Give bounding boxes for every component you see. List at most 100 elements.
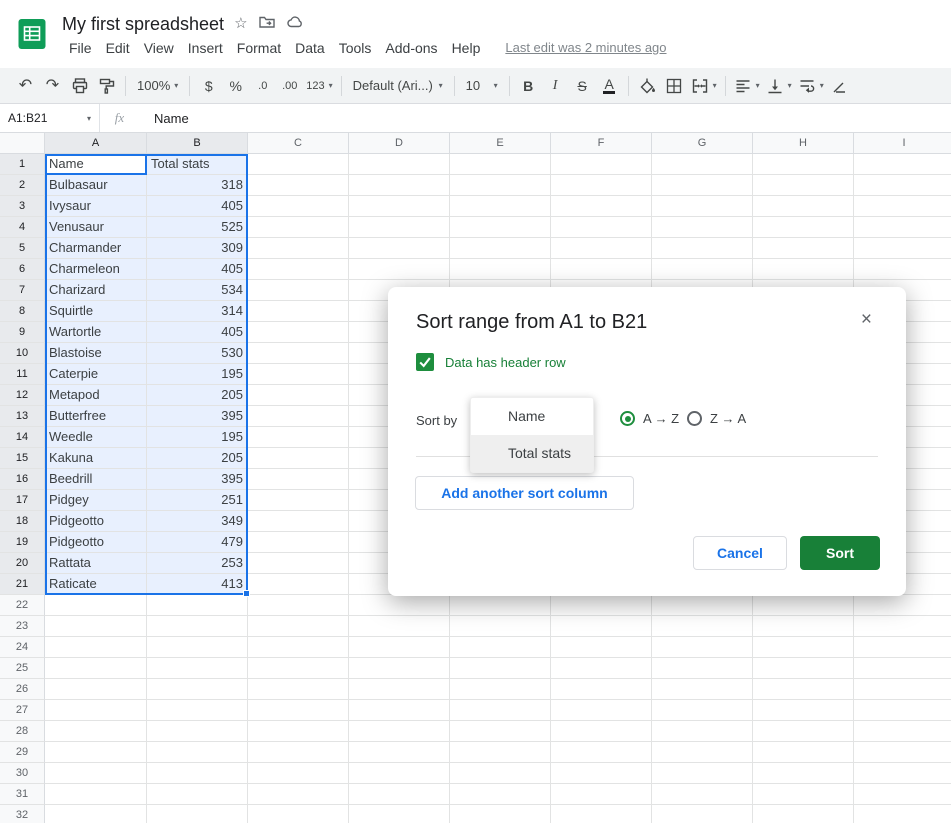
- cell-C18[interactable]: [248, 511, 349, 532]
- merge-cells-button[interactable]: ▾: [688, 72, 720, 100]
- cell-B23[interactable]: [147, 616, 248, 637]
- cell-H30[interactable]: [753, 763, 854, 784]
- row-header-19[interactable]: 19: [0, 532, 45, 553]
- cell-C22[interactable]: [248, 595, 349, 616]
- column-header-G[interactable]: G: [652, 133, 753, 154]
- menu-add-ons[interactable]: Add-ons: [378, 38, 444, 58]
- row-header-15[interactable]: 15: [0, 448, 45, 469]
- cell-B30[interactable]: [147, 763, 248, 784]
- cell-E30[interactable]: [450, 763, 551, 784]
- menu-help[interactable]: Help: [445, 38, 488, 58]
- cell-A23[interactable]: [45, 616, 147, 637]
- cell-A30[interactable]: [45, 763, 147, 784]
- cell-G2[interactable]: [652, 175, 753, 196]
- cell-F26[interactable]: [551, 679, 652, 700]
- redo-button[interactable]: ↷: [39, 72, 66, 100]
- cell-H22[interactable]: [753, 595, 854, 616]
- cell-D28[interactable]: [349, 721, 450, 742]
- cell-A13[interactable]: Butterfree: [45, 406, 147, 427]
- column-header-A[interactable]: A: [45, 133, 147, 154]
- row-header-27[interactable]: 27: [0, 700, 45, 721]
- row-header-29[interactable]: 29: [0, 742, 45, 763]
- cell-G24[interactable]: [652, 637, 753, 658]
- cell-C1[interactable]: [248, 154, 349, 175]
- cell-B7[interactable]: 534: [147, 280, 248, 301]
- radio-z-to-a[interactable]: Z → A: [687, 411, 746, 426]
- cell-B32[interactable]: [147, 805, 248, 823]
- cell-D6[interactable]: [349, 259, 450, 280]
- cell-I29[interactable]: [854, 742, 951, 763]
- cell-C25[interactable]: [248, 658, 349, 679]
- close-icon[interactable]: ×: [861, 309, 872, 331]
- cell-G25[interactable]: [652, 658, 753, 679]
- more-formats-button[interactable]: 123▾: [303, 72, 335, 100]
- cell-F32[interactable]: [551, 805, 652, 823]
- cell-C7[interactable]: [248, 280, 349, 301]
- header-row-checkbox[interactable]: [416, 353, 434, 371]
- cell-A18[interactable]: Pidgeotto: [45, 511, 147, 532]
- cell-D30[interactable]: [349, 763, 450, 784]
- menu-edit[interactable]: Edit: [99, 38, 137, 58]
- cell-G6[interactable]: [652, 259, 753, 280]
- select-all-corner[interactable]: [0, 133, 45, 154]
- cell-A15[interactable]: Kakuna: [45, 448, 147, 469]
- cell-E1[interactable]: [450, 154, 551, 175]
- cell-I31[interactable]: [854, 784, 951, 805]
- cancel-button[interactable]: Cancel: [693, 536, 787, 570]
- cell-E23[interactable]: [450, 616, 551, 637]
- cell-B25[interactable]: [147, 658, 248, 679]
- cell-G26[interactable]: [652, 679, 753, 700]
- row-header-6[interactable]: 6: [0, 259, 45, 280]
- column-header-I[interactable]: I: [854, 133, 951, 154]
- row-header-23[interactable]: 23: [0, 616, 45, 637]
- cell-I3[interactable]: [854, 196, 951, 217]
- cell-C5[interactable]: [248, 238, 349, 259]
- cell-B21[interactable]: 413: [147, 574, 248, 595]
- cell-H31[interactable]: [753, 784, 854, 805]
- cell-E26[interactable]: [450, 679, 551, 700]
- cell-C8[interactable]: [248, 301, 349, 322]
- cell-B27[interactable]: [147, 700, 248, 721]
- cell-F1[interactable]: [551, 154, 652, 175]
- cell-C17[interactable]: [248, 490, 349, 511]
- fill-color-button[interactable]: [634, 72, 661, 100]
- cell-I23[interactable]: [854, 616, 951, 637]
- cell-I27[interactable]: [854, 700, 951, 721]
- cell-I26[interactable]: [854, 679, 951, 700]
- cell-G28[interactable]: [652, 721, 753, 742]
- cell-C30[interactable]: [248, 763, 349, 784]
- cell-G1[interactable]: [652, 154, 753, 175]
- row-header-11[interactable]: 11: [0, 364, 45, 385]
- text-wrap-button[interactable]: ▾: [795, 72, 827, 100]
- column-header-C[interactable]: C: [248, 133, 349, 154]
- cell-H32[interactable]: [753, 805, 854, 823]
- row-header-30[interactable]: 30: [0, 763, 45, 784]
- cell-G30[interactable]: [652, 763, 753, 784]
- column-header-F[interactable]: F: [551, 133, 652, 154]
- cell-A6[interactable]: Charmeleon: [45, 259, 147, 280]
- cell-C23[interactable]: [248, 616, 349, 637]
- cell-B29[interactable]: [147, 742, 248, 763]
- cell-C11[interactable]: [248, 364, 349, 385]
- cell-E27[interactable]: [450, 700, 551, 721]
- cell-H23[interactable]: [753, 616, 854, 637]
- cell-C27[interactable]: [248, 700, 349, 721]
- name-box[interactable]: A1:B21 ▾: [0, 104, 100, 132]
- cell-F30[interactable]: [551, 763, 652, 784]
- cell-A2[interactable]: Bulbasaur: [45, 175, 147, 196]
- borders-button[interactable]: [661, 72, 688, 100]
- cell-A31[interactable]: [45, 784, 147, 805]
- cell-A1[interactable]: Name: [45, 154, 147, 175]
- sort-button[interactable]: Sort: [800, 536, 880, 570]
- cell-C28[interactable]: [248, 721, 349, 742]
- cell-F28[interactable]: [551, 721, 652, 742]
- row-header-18[interactable]: 18: [0, 511, 45, 532]
- cell-D29[interactable]: [349, 742, 450, 763]
- cell-C9[interactable]: [248, 322, 349, 343]
- cell-F25[interactable]: [551, 658, 652, 679]
- menu-file[interactable]: File: [62, 38, 99, 58]
- cell-B22[interactable]: [147, 595, 248, 616]
- cell-A19[interactable]: Pidgeotto: [45, 532, 147, 553]
- cell-H6[interactable]: [753, 259, 854, 280]
- cell-A32[interactable]: [45, 805, 147, 823]
